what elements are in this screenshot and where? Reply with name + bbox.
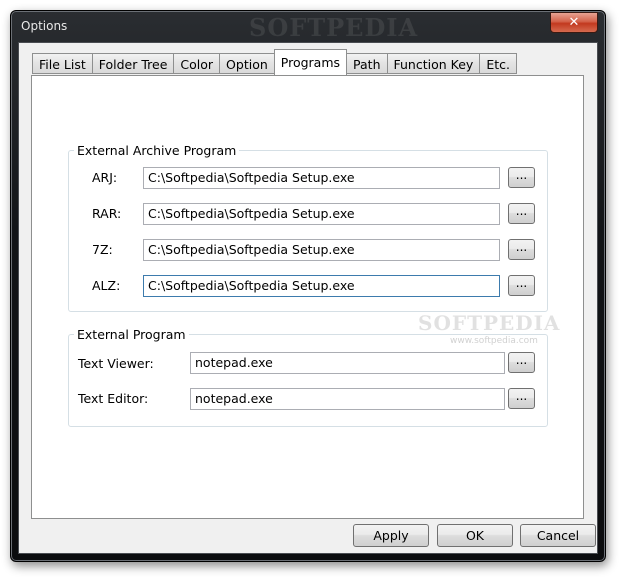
options-window: Options SOFTPEDIA ✕ File List Folder Tre… (10, 10, 606, 562)
tab-strip: File List Folder Tree Color Option Progr… (32, 49, 517, 75)
programs-tab-panel: External Archive Program ARJ: C:\Softped… (31, 75, 584, 519)
external-program-group: External Program (68, 327, 548, 427)
text-editor-label: Text Editor: (78, 391, 149, 406)
rar-label: RAR: (92, 206, 122, 221)
title-watermark: SOFTPEDIA (249, 13, 419, 42)
alz-path-field[interactable]: C:\Softpedia\Softpedia Setup.exe (143, 275, 500, 297)
softpedia-watermark: SOFTPEDIA (418, 311, 561, 335)
arj-browse-button[interactable]: ... (508, 167, 535, 188)
tab-file-list[interactable]: File List (32, 53, 92, 74)
arj-label: ARJ: (92, 170, 118, 185)
tab-folder-tree[interactable]: Folder Tree (91, 53, 174, 74)
softpedia-watermark-url: www.softpedia.com (450, 336, 538, 346)
tab-etc[interactable]: Etc. (479, 53, 517, 74)
text-editor-browse-button[interactable]: ... (508, 388, 535, 409)
close-icon: ✕ (568, 15, 580, 30)
group-legend-program: External Program (74, 327, 189, 342)
group-legend-archive: External Archive Program (74, 143, 240, 158)
7z-path-field[interactable]: C:\Softpedia\Softpedia Setup.exe (143, 239, 500, 261)
text-editor-field[interactable]: notepad.exe (190, 388, 505, 410)
window-title: Options (21, 19, 68, 33)
rar-browse-button[interactable]: ... (508, 203, 535, 224)
tab-programs[interactable]: Programs (273, 49, 348, 75)
arj-path-field[interactable]: C:\Softpedia\Softpedia Setup.exe (143, 167, 500, 189)
alz-browse-button[interactable]: ... (508, 275, 535, 296)
ok-button[interactable]: OK (437, 524, 513, 547)
text-viewer-field[interactable]: notepad.exe (190, 352, 505, 374)
dialog-client-area: File List Folder Tree Color Option Progr… (18, 42, 598, 554)
tab-path[interactable]: Path (347, 53, 387, 74)
text-viewer-browse-button[interactable]: ... (508, 352, 535, 373)
rar-path-field[interactable]: C:\Softpedia\Softpedia Setup.exe (143, 203, 500, 225)
7z-browse-button[interactable]: ... (508, 239, 535, 260)
alz-label: ALZ: (92, 278, 121, 293)
close-button[interactable]: ✕ (550, 12, 598, 33)
cancel-button[interactable]: Cancel (520, 524, 596, 547)
tab-color[interactable]: Color (173, 53, 220, 74)
apply-button[interactable]: Apply (353, 524, 429, 547)
7z-label: 7Z: (92, 242, 113, 257)
tab-function-key[interactable]: Function Key (386, 53, 480, 74)
tab-option[interactable]: Option (219, 53, 274, 74)
text-viewer-label: Text Viewer: (78, 356, 154, 371)
